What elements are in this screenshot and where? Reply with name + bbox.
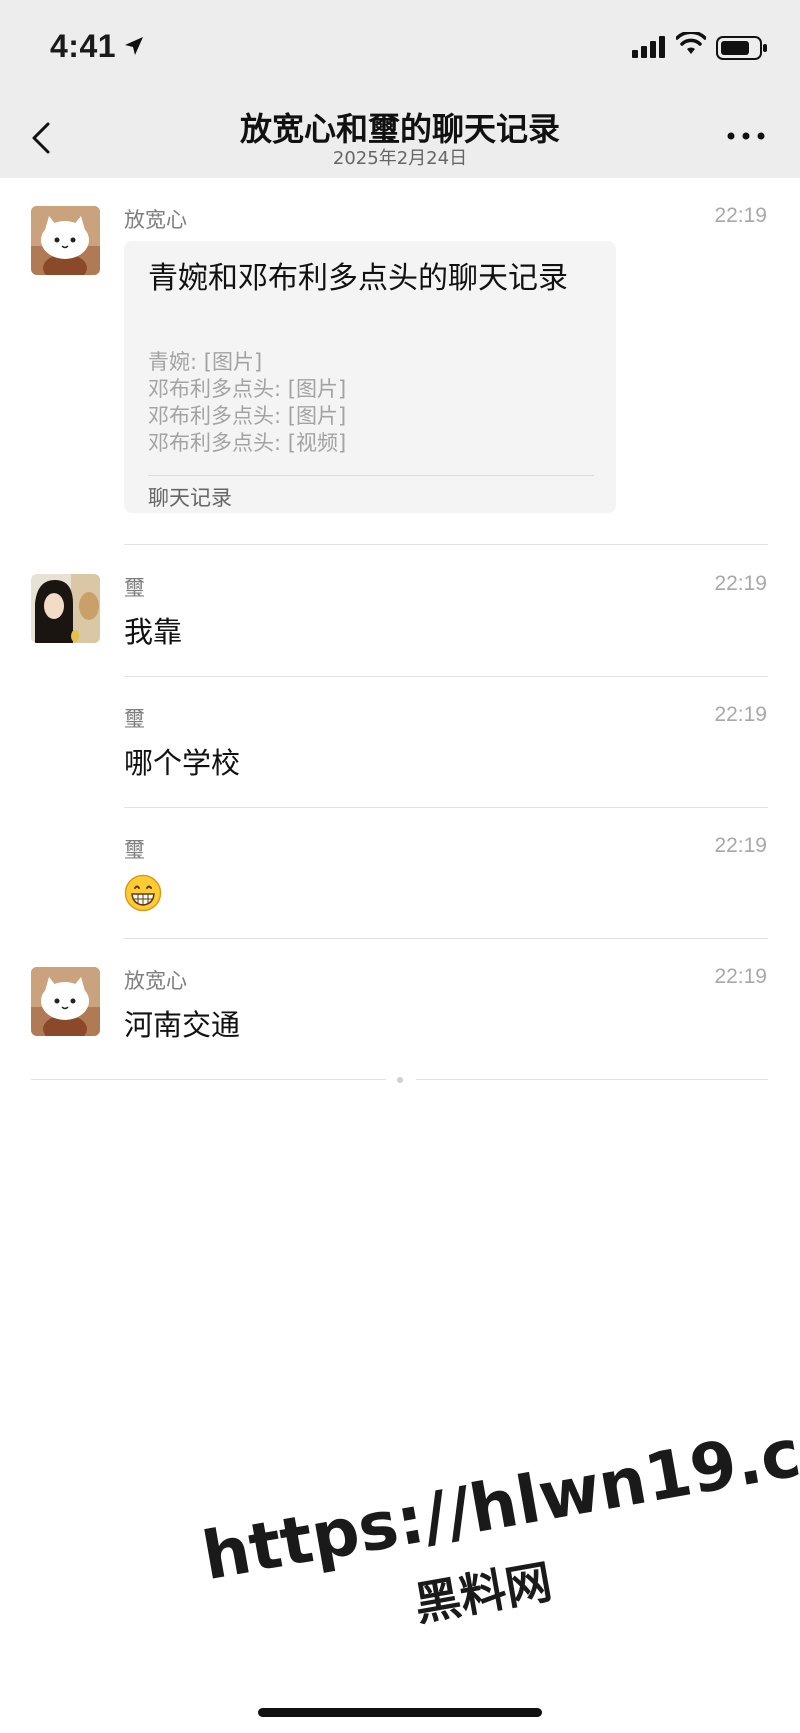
sender-name: 璽 — [124, 838, 145, 862]
message-time: 22:19 — [714, 572, 767, 595]
wifi-icon — [676, 32, 706, 54]
message-time: 22:19 — [714, 834, 767, 857]
status-time: 4:41 — [50, 28, 117, 64]
chat-record-line: 青婉: [图片] — [148, 350, 263, 374]
list-end-marker — [0, 1075, 800, 1085]
end-divider-left — [31, 1079, 386, 1080]
message-item: 璽 22:19 我靠 — [0, 546, 800, 677]
message-time: 22:19 — [714, 965, 767, 988]
message-time: 22:19 — [714, 703, 767, 726]
sender-name: 放宽心 — [124, 208, 187, 232]
message-text: 河南交通 — [124, 1008, 241, 1042]
nav-bar: 放宽心和璽的聊天记录 2025年2月24日 — [0, 90, 800, 178]
chat-record-divider — [148, 475, 594, 476]
signal-bars-icon — [632, 36, 665, 58]
chat-record-line: 邓布利多点头: [图片] — [148, 377, 347, 401]
status-bar: 4:41 — [0, 0, 800, 90]
message-divider — [124, 544, 768, 545]
chat-record-footer: 聊天记录 — [148, 486, 232, 510]
sender-name: 放宽心 — [124, 969, 187, 993]
message-item: 璽 22:19 — [0, 808, 800, 939]
grinning-face-emoji — [124, 874, 162, 912]
chat-record-line: 邓布利多点头: [视频] — [148, 431, 347, 455]
message-text: 我靠 — [124, 615, 183, 649]
sender-name: 璽 — [124, 707, 145, 731]
chat-record-title: 青婉和邓布利多点头的聊天记录 — [148, 261, 568, 296]
sender-name: 璽 — [124, 576, 145, 600]
message-item: 放宽心 22:19 青婉和邓布利多点头的聊天记录 青婉: [图片] 邓布利多点头… — [0, 178, 800, 546]
message-item: 放宽心 22:19 河南交通 — [0, 939, 800, 1075]
message-time: 22:19 — [714, 204, 767, 227]
message-text: 哪个学校 — [124, 746, 241, 780]
chat-record-line: 邓布利多点头: [图片] — [148, 404, 347, 428]
message-item: 璽 22:19 哪个学校 — [0, 677, 800, 808]
home-indicator[interactable] — [258, 1708, 542, 1717]
battery-icon — [716, 36, 767, 60]
girl-photo-avatar[interactable] — [31, 574, 100, 643]
location-arrow-icon — [125, 37, 143, 55]
chat-record-preview: 青婉: [图片] 邓布利多点头: [图片] 邓布利多点头: [图片] 邓布利多点… — [148, 349, 346, 457]
watermark-name: 黑料网 — [410, 1554, 556, 1632]
more-dots-icon[interactable] — [726, 130, 766, 142]
end-dot — [397, 1077, 403, 1083]
white-cat-avatar[interactable] — [31, 967, 100, 1036]
white-cat-avatar[interactable] — [31, 206, 100, 275]
end-divider-right — [416, 1079, 768, 1080]
page-subtitle-date: 2025年2月24日 — [332, 148, 468, 169]
watermark: https://hlwn19.com 黑料网 — [190, 1376, 800, 1657]
chat-record-card[interactable]: 青婉和邓布利多点头的聊天记录 青婉: [图片] 邓布利多点头: [图片] 邓布利… — [124, 241, 616, 513]
